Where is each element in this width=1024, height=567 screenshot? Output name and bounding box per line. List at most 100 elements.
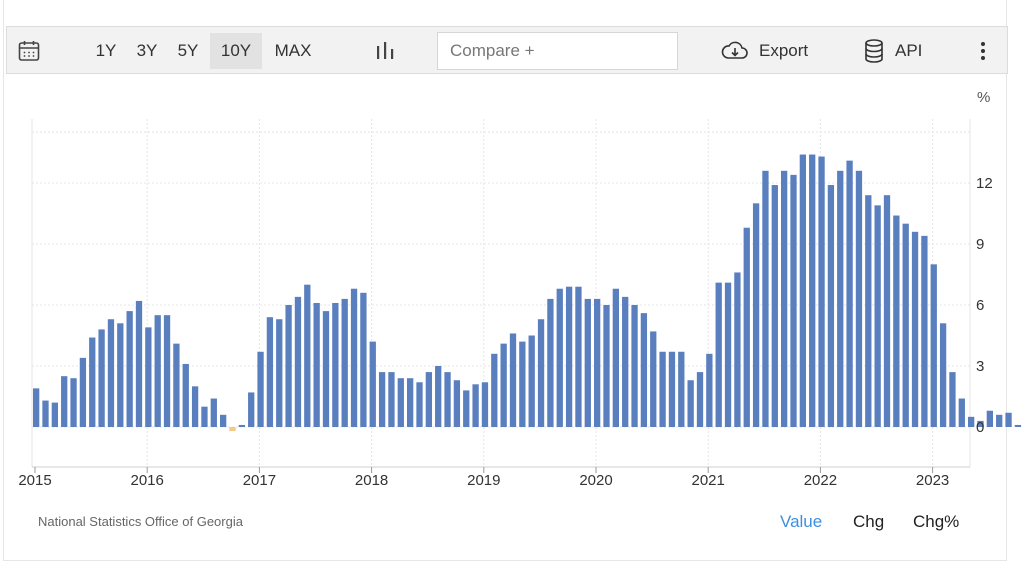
bar[interactable] bbox=[594, 298, 601, 427]
bar[interactable] bbox=[444, 372, 451, 427]
bar[interactable] bbox=[603, 305, 610, 427]
bar[interactable] bbox=[304, 284, 311, 427]
bar[interactable] bbox=[958, 398, 965, 427]
bar[interactable] bbox=[98, 329, 105, 427]
bar[interactable] bbox=[61, 376, 68, 427]
bar[interactable] bbox=[453, 380, 461, 427]
bar[interactable] bbox=[238, 424, 245, 427]
bar[interactable] bbox=[145, 327, 152, 427]
bar[interactable] bbox=[930, 264, 937, 427]
bar[interactable] bbox=[911, 231, 919, 427]
bar[interactable] bbox=[883, 195, 891, 427]
bar[interactable] bbox=[117, 323, 124, 427]
bar[interactable] bbox=[837, 170, 844, 428]
bar[interactable] bbox=[818, 156, 825, 428]
bar[interactable] bbox=[687, 380, 694, 427]
bar[interactable] bbox=[322, 311, 330, 427]
bar[interactable] bbox=[986, 410, 993, 427]
bar[interactable] bbox=[902, 223, 909, 427]
bar[interactable] bbox=[706, 353, 713, 427]
bar[interactable] bbox=[350, 288, 358, 427]
tab-chg[interactable]: Chg bbox=[853, 512, 884, 532]
bar[interactable] bbox=[996, 414, 1003, 427]
bar[interactable] bbox=[163, 315, 171, 427]
bar[interactable] bbox=[435, 366, 442, 427]
bar[interactable] bbox=[575, 286, 582, 427]
bar[interactable] bbox=[846, 160, 853, 427]
bar[interactable] bbox=[70, 378, 77, 427]
bar[interactable] bbox=[715, 282, 722, 427]
bar[interactable] bbox=[556, 288, 563, 427]
tab-chg-percent[interactable]: Chg% bbox=[913, 512, 959, 532]
bar[interactable] bbox=[743, 227, 750, 427]
bar[interactable] bbox=[584, 298, 591, 427]
bar[interactable] bbox=[173, 343, 180, 427]
bar[interactable] bbox=[276, 319, 283, 427]
bar[interactable] bbox=[388, 372, 395, 427]
bar[interactable] bbox=[481, 382, 489, 427]
tab-value[interactable]: Value bbox=[780, 512, 822, 532]
bar[interactable] bbox=[855, 170, 863, 428]
bar[interactable] bbox=[294, 296, 302, 427]
bar[interactable] bbox=[622, 296, 629, 427]
bar[interactable] bbox=[509, 333, 517, 427]
bar[interactable] bbox=[921, 235, 928, 427]
bar[interactable] bbox=[547, 298, 554, 427]
bar[interactable] bbox=[407, 378, 414, 427]
bar[interactable] bbox=[1014, 424, 1022, 427]
bar[interactable] bbox=[191, 386, 199, 427]
bar[interactable] bbox=[781, 170, 788, 428]
bar[interactable] bbox=[893, 215, 900, 427]
bar[interactable] bbox=[378, 372, 386, 427]
bar[interactable] bbox=[762, 170, 769, 428]
bar[interactable] bbox=[248, 392, 255, 427]
bar[interactable] bbox=[519, 341, 526, 427]
bar[interactable] bbox=[799, 154, 806, 428]
bar[interactable] bbox=[874, 205, 881, 427]
bar[interactable] bbox=[425, 372, 432, 427]
bar[interactable] bbox=[678, 351, 685, 427]
bar[interactable] bbox=[154, 315, 161, 427]
bar[interactable] bbox=[332, 302, 339, 427]
bar[interactable] bbox=[220, 414, 227, 427]
bar[interactable] bbox=[397, 378, 404, 427]
bar[interactable] bbox=[42, 400, 49, 427]
bar[interactable] bbox=[33, 388, 40, 427]
bar[interactable] bbox=[79, 357, 87, 427]
bar[interactable] bbox=[107, 319, 115, 427]
bar[interactable] bbox=[210, 398, 217, 427]
bar[interactable] bbox=[949, 372, 956, 427]
bar[interactable] bbox=[790, 174, 797, 427]
bar[interactable] bbox=[201, 406, 208, 427]
bar[interactable] bbox=[472, 384, 479, 427]
bar[interactable] bbox=[939, 323, 947, 427]
bar[interactable] bbox=[313, 302, 320, 427]
bar[interactable] bbox=[640, 313, 648, 427]
bar[interactable] bbox=[182, 363, 189, 427]
bar[interactable] bbox=[285, 305, 292, 427]
bar[interactable] bbox=[360, 292, 367, 427]
bar[interactable] bbox=[416, 382, 423, 427]
bar[interactable] bbox=[528, 335, 535, 428]
bar[interactable] bbox=[266, 317, 274, 427]
bar[interactable] bbox=[771, 185, 778, 427]
bar[interactable] bbox=[369, 341, 376, 427]
bar[interactable] bbox=[257, 351, 264, 427]
bar[interactable] bbox=[650, 331, 657, 427]
bar[interactable] bbox=[612, 288, 619, 427]
bar[interactable] bbox=[752, 203, 760, 427]
bar[interactable] bbox=[659, 351, 666, 427]
bar[interactable] bbox=[827, 185, 835, 427]
bar[interactable] bbox=[229, 427, 236, 432]
bar[interactable] bbox=[341, 298, 348, 427]
bar[interactable] bbox=[668, 351, 676, 427]
bar[interactable] bbox=[724, 282, 732, 427]
bar[interactable] bbox=[631, 305, 638, 427]
bar[interactable] bbox=[1005, 412, 1012, 427]
bar[interactable] bbox=[126, 311, 133, 427]
bar[interactable] bbox=[696, 372, 704, 427]
bar[interactable] bbox=[463, 390, 470, 427]
bar[interactable] bbox=[809, 154, 816, 428]
bar[interactable] bbox=[491, 353, 498, 427]
bar[interactable] bbox=[734, 272, 741, 427]
